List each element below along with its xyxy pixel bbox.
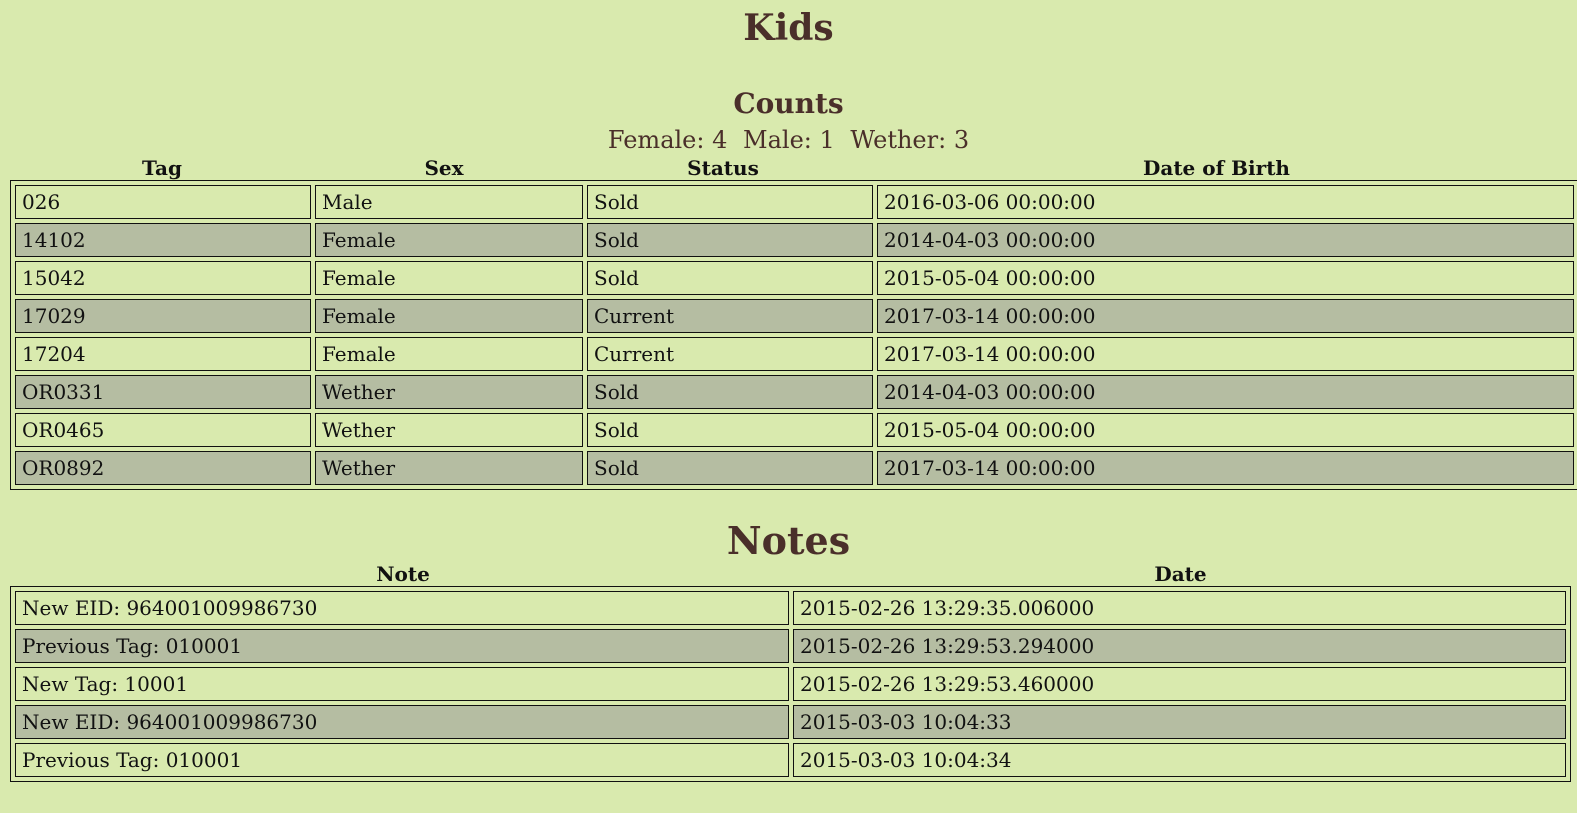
table-row: 14102 Female Sold 2014-04-03 00:00:00 xyxy=(15,223,1574,257)
table-row: OR0465 Wether Sold 2015-05-04 00:00:00 xyxy=(15,413,1574,447)
dob-cell: 2015-05-04 00:00:00 xyxy=(877,413,1574,447)
tag-cell: 17029 xyxy=(15,299,311,333)
table-row: 17029 Female Current 2017-03-14 00:00:00 xyxy=(15,299,1574,333)
table-row: 17204 Female Current 2017-03-14 00:00:00 xyxy=(15,337,1574,371)
tag-cell: OR0465 xyxy=(15,413,311,447)
tag-cell: OR0892 xyxy=(15,451,311,485)
sex-cell: Wether xyxy=(315,451,583,485)
female-count: Female: 4 xyxy=(607,126,728,154)
kids-table: 026 Male Sold 2016-03-06 00:00:00 14102 … xyxy=(10,180,1577,490)
tag-cell: 14102 xyxy=(15,223,311,257)
table-row: OR0892 Wether Sold 2017-03-14 00:00:00 xyxy=(15,451,1574,485)
status-cell: Sold xyxy=(587,375,873,409)
dob-cell: 2017-03-14 00:00:00 xyxy=(877,299,1574,333)
table-row: New EID: 964001009986730 2015-02-26 13:2… xyxy=(15,591,1566,625)
status-cell: Current xyxy=(587,337,873,371)
tag-cell: 15042 xyxy=(15,261,311,295)
date-cell: 2015-03-03 10:04:33 xyxy=(793,705,1566,739)
date-cell: 2015-02-26 13:29:53.460000 xyxy=(793,667,1566,701)
tag-cell: OR0331 xyxy=(15,375,311,409)
status-cell: Sold xyxy=(587,413,873,447)
kids-table-header: Tag Sex Status Date of Birth xyxy=(14,156,1569,180)
sex-cell: Female xyxy=(315,337,583,371)
wether-count: Wether: 3 xyxy=(850,126,970,154)
column-header-date: Date xyxy=(1154,562,1207,586)
dob-cell: 2014-04-03 00:00:00 xyxy=(877,223,1574,257)
dob-cell: 2017-03-14 00:00:00 xyxy=(877,451,1574,485)
notes-table-body: New EID: 964001009986730 2015-02-26 13:2… xyxy=(15,591,1566,777)
note-cell: New Tag: 10001 xyxy=(15,667,789,701)
table-row: Previous Tag: 010001 2015-03-03 10:04:34 xyxy=(15,743,1566,777)
date-cell: 2015-02-26 13:29:35.006000 xyxy=(793,591,1566,625)
dob-cell: 2017-03-14 00:00:00 xyxy=(877,337,1574,371)
dob-cell: 2016-03-06 00:00:00 xyxy=(877,185,1574,219)
notes-table: New EID: 964001009986730 2015-02-26 13:2… xyxy=(10,586,1571,782)
dob-cell: 2014-04-03 00:00:00 xyxy=(877,375,1574,409)
table-row: OR0331 Wether Sold 2014-04-03 00:00:00 xyxy=(15,375,1574,409)
status-cell: Current xyxy=(587,299,873,333)
page-title: Kids xyxy=(743,7,834,49)
male-count: Male: 1 xyxy=(743,126,835,154)
table-row: 026 Male Sold 2016-03-06 00:00:00 xyxy=(15,185,1574,219)
status-cell: Sold xyxy=(587,223,873,257)
status-cell: Sold xyxy=(587,451,873,485)
status-cell: Sold xyxy=(587,261,873,295)
table-row: New Tag: 10001 2015-02-26 13:29:53.46000… xyxy=(15,667,1566,701)
note-cell: Previous Tag: 010001 xyxy=(15,629,789,663)
notes-table-header: Note Date xyxy=(14,562,1569,586)
page: Kids Counts Female: 4 Male: 1 Wether: 3 … xyxy=(0,0,1577,813)
date-cell: 2015-02-26 13:29:53.294000 xyxy=(793,629,1566,663)
column-header-dob: Date of Birth xyxy=(1143,156,1290,180)
column-header-note: Note xyxy=(376,562,430,586)
date-cell: 2015-03-03 10:04:34 xyxy=(793,743,1566,777)
kids-table-body: 026 Male Sold 2016-03-06 00:00:00 14102 … xyxy=(15,185,1574,485)
counts-summary: Female: 4 Male: 1 Wether: 3 xyxy=(0,126,1577,156)
sex-cell: Female xyxy=(315,299,583,333)
sex-cell: Female xyxy=(315,223,583,257)
table-row: 15042 Female Sold 2015-05-04 00:00:00 xyxy=(15,261,1574,295)
table-row: New EID: 964001009986730 2015-03-03 10:0… xyxy=(15,705,1566,739)
note-cell: New EID: 964001009986730 xyxy=(15,591,789,625)
status-cell: Sold xyxy=(587,185,873,219)
note-cell: New EID: 964001009986730 xyxy=(15,705,789,739)
column-header-tag: Tag xyxy=(142,156,182,180)
sex-cell: Wether xyxy=(315,413,583,447)
dob-cell: 2015-05-04 00:00:00 xyxy=(877,261,1574,295)
column-header-status: Status xyxy=(687,156,759,180)
counts-title: Counts xyxy=(733,87,844,120)
note-cell: Previous Tag: 010001 xyxy=(15,743,789,777)
notes-title: Notes xyxy=(726,518,851,563)
tag-cell: 17204 xyxy=(15,337,311,371)
column-header-sex: Sex xyxy=(424,156,464,180)
sex-cell: Female xyxy=(315,261,583,295)
sex-cell: Wether xyxy=(315,375,583,409)
tag-cell: 026 xyxy=(15,185,311,219)
table-row: Previous Tag: 010001 2015-02-26 13:29:53… xyxy=(15,629,1566,663)
sex-cell: Male xyxy=(315,185,583,219)
